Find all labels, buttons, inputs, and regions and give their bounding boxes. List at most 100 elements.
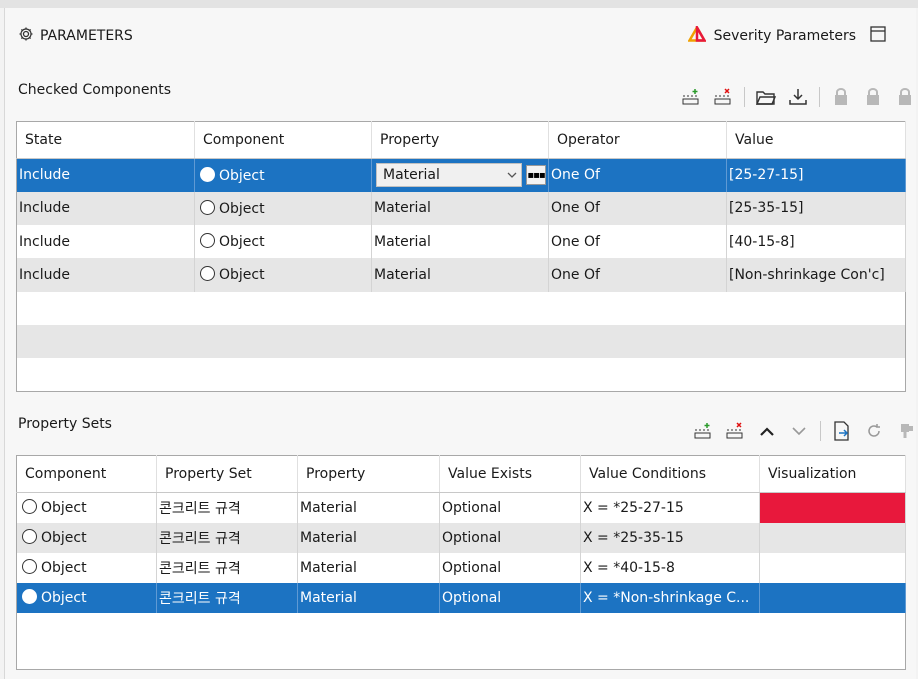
property-cell[interactable]: Material [371, 191, 549, 226]
lock-icon-2[interactable] [862, 86, 884, 108]
property-cell[interactable]: Material ▪▪▪ [371, 158, 549, 192]
apply-paint-icon[interactable] [895, 420, 917, 442]
value-exists-cell[interactable]: Optional [439, 522, 581, 553]
property-sets-title: Property Sets [18, 416, 112, 432]
operator-cell[interactable]: One Of [548, 225, 727, 259]
component-cell[interactable]: Object [194, 158, 372, 192]
state-cell[interactable]: Include [16, 158, 195, 192]
refresh-icon[interactable] [863, 420, 885, 442]
value-cell[interactable]: [Non-shrinkage Con'c] [726, 258, 906, 292]
value-exists-cell[interactable]: Optional [439, 582, 581, 613]
value-conditions-cell[interactable]: X = *40-15-8 [580, 552, 760, 583]
visualization-cell[interactable] [759, 522, 906, 553]
severity-parameters-link[interactable]: Severity Parameters [686, 22, 886, 46]
radio-icon[interactable] [22, 529, 37, 544]
col-value-conditions[interactable]: Value Conditions [580, 455, 760, 493]
table-row[interactable]: Object 콘크리트 규격 Material Optional X = *25… [16, 492, 906, 523]
value-conditions-cell[interactable]: X = *25-27-15 [580, 492, 760, 523]
col-value-exists[interactable]: Value Exists [439, 455, 581, 493]
add-row-icon[interactable] [680, 86, 702, 108]
value-cell[interactable]: [40-15-8] [726, 225, 906, 259]
table-row[interactable]: Include Object Material One Of [40-15-8] [16, 225, 906, 259]
col-property-set[interactable]: Property Set [156, 455, 298, 493]
more-options-button[interactable]: ▪▪▪ [526, 165, 546, 186]
empty-row [16, 324, 906, 359]
radio-icon[interactable] [200, 233, 215, 249]
table-row[interactable]: Object 콘크리트 규격 Material Optional X = *No… [16, 582, 906, 613]
delete-set-icon[interactable] [724, 420, 746, 442]
delete-row-icon[interactable] [712, 86, 734, 108]
table-row[interactable]: Include Object Material ▪▪▪ One Of [25-2… [16, 158, 906, 192]
property-sets-table: Component Property Set Property Value Ex… [16, 455, 906, 670]
export-icon[interactable] [831, 420, 853, 442]
radio-icon[interactable] [200, 166, 215, 182]
value-cell[interactable]: [25-35-15] [726, 191, 906, 226]
component-cell[interactable]: Object [194, 258, 372, 292]
value-conditions-cell[interactable]: X = *Non-shrinkage C... [580, 582, 760, 613]
col-operator[interactable]: Operator [548, 121, 727, 159]
property-set-cell[interactable]: 콘크리트 규격 [156, 582, 298, 613]
download-icon[interactable] [787, 86, 809, 108]
empty-row [17, 358, 906, 391]
property-set-cell[interactable]: 콘크리트 규격 [156, 522, 298, 553]
component-cell[interactable]: Object [194, 191, 372, 226]
radio-icon[interactable] [200, 199, 215, 215]
radio-icon[interactable] [22, 589, 37, 604]
property-cell[interactable]: Material [297, 492, 440, 523]
value-exists-cell[interactable]: Optional [439, 552, 581, 583]
table-row[interactable]: Include Object Material One Of [25-35-15… [16, 191, 906, 226]
property-cell[interactable]: Material [297, 522, 440, 553]
state-cell[interactable]: Include [16, 191, 195, 226]
open-folder-icon[interactable] [755, 86, 777, 108]
move-down-icon[interactable] [788, 420, 810, 442]
property-set-cell[interactable]: 콘크리트 규격 [156, 552, 298, 583]
property-set-cell[interactable]: 콘크리트 규격 [156, 492, 298, 523]
operator-cell[interactable]: One Of [548, 191, 727, 226]
table-row[interactable]: Include Object Material One Of [Non-shri… [16, 258, 906, 292]
panel-title: PARAMETERS [40, 28, 133, 44]
table-row[interactable]: Object 콘크리트 규격 Material Optional X = *25… [16, 522, 906, 553]
col-property[interactable]: Property [371, 121, 549, 159]
move-up-icon[interactable] [756, 420, 778, 442]
property-dropdown[interactable]: Material [376, 163, 522, 188]
table-row[interactable]: Object 콘크리트 규격 Material Optional X = *40… [16, 552, 906, 583]
component-cell[interactable]: Object [16, 522, 157, 553]
table-header-row: State Component Property Operator Value [16, 121, 906, 159]
operator-cell[interactable]: One Of [548, 258, 727, 292]
component-cell[interactable]: Object [16, 582, 157, 613]
component-cell[interactable]: Object [194, 225, 372, 259]
value-exists-cell[interactable]: Optional [439, 492, 581, 523]
col-visualization[interactable]: Visualization [759, 455, 906, 493]
panel-toggle-icon[interactable] [870, 26, 886, 46]
col-value[interactable]: Value [726, 121, 906, 159]
col-component[interactable]: Component [16, 455, 157, 493]
operator-cell[interactable]: One Of [548, 158, 727, 192]
lock-icon-1[interactable] [830, 86, 852, 108]
property-cell[interactable]: Material [297, 582, 440, 613]
add-set-icon[interactable] [692, 420, 714, 442]
value-conditions-cell[interactable]: X = *25-35-15 [580, 522, 760, 553]
visualization-color-swatch[interactable] [759, 492, 906, 523]
radio-icon[interactable] [200, 266, 215, 282]
table-header-row: Component Property Set Property Value Ex… [16, 455, 906, 493]
settings-icon [18, 26, 34, 46]
visualization-cell[interactable] [759, 552, 906, 583]
col-property[interactable]: Property [297, 455, 440, 493]
col-component[interactable]: Component [194, 121, 372, 159]
state-cell[interactable]: Include [16, 225, 195, 259]
component-cell[interactable]: Object [16, 492, 157, 523]
property-cell[interactable]: Material [371, 258, 549, 292]
col-state[interactable]: State [16, 121, 195, 159]
radio-icon[interactable] [22, 499, 37, 515]
severity-label: Severity Parameters [713, 28, 856, 44]
radio-icon[interactable] [22, 559, 37, 574]
visualization-cell[interactable] [759, 582, 906, 613]
chevron-down-icon [507, 167, 517, 183]
property-cell[interactable]: Material [297, 552, 440, 583]
lock-icon-3[interactable] [894, 86, 916, 108]
property-cell[interactable]: Material [371, 225, 549, 259]
toolbar-separator [744, 87, 745, 107]
value-cell[interactable]: [25-27-15] [726, 158, 906, 192]
component-cell[interactable]: Object [16, 552, 157, 583]
state-cell[interactable]: Include [16, 258, 195, 292]
